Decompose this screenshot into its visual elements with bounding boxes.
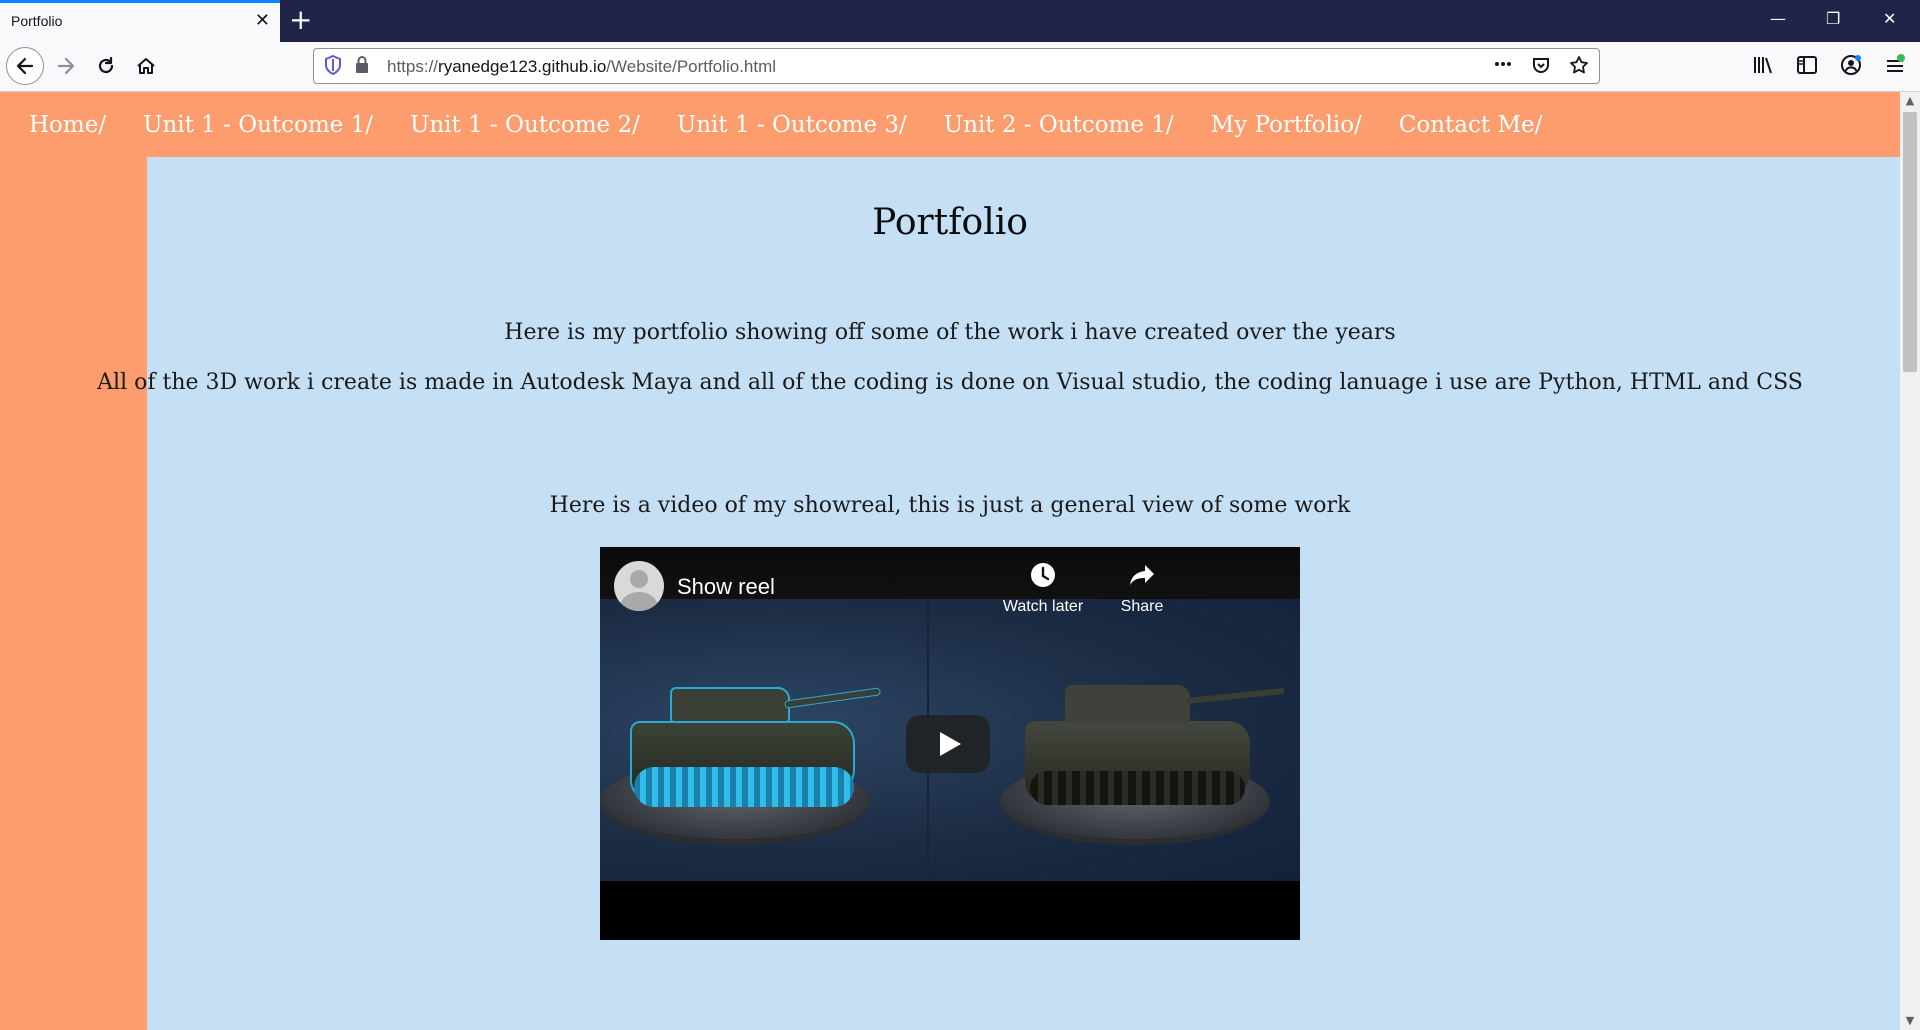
home-button[interactable] [127, 47, 165, 85]
page-viewport: Home/ Unit 1 - Outcome 1/ Unit 1 - Outco… [0, 92, 1900, 1030]
channel-avatar-icon[interactable] [614, 561, 664, 611]
account-icon[interactable] [1840, 54, 1862, 81]
site-nav: Home/ Unit 1 - Outcome 1/ Unit 1 - Outco… [0, 92, 1900, 157]
video-caption: Here is a video of my showreal, this is … [549, 493, 1351, 518]
restore-icon[interactable]: ❐ [1826, 7, 1840, 31]
tank-left-tracks [634, 767, 854, 807]
intro-paragraph-1: Here is my portfolio showing off some of… [504, 320, 1396, 345]
window-close-icon[interactable]: ✕ [1883, 7, 1896, 31]
share-arrow-icon [1092, 561, 1192, 596]
tracking-shield-icon[interactable] [324, 54, 342, 80]
scroll-down-icon[interactable]: ▼ [1900, 1012, 1920, 1030]
minimize-icon[interactable]: — [1770, 7, 1786, 31]
nav-link-my-portfolio[interactable]: My Portfolio/ [1211, 112, 1362, 138]
sidebar-icon[interactable] [1796, 54, 1818, 81]
play-button[interactable] [906, 715, 990, 773]
clock-icon [993, 561, 1093, 596]
youtube-embed[interactable]: Show reel Watch later Share [600, 547, 1300, 940]
nav-link-unit1-outcome3[interactable]: Unit 1 - Outcome 3/ [677, 112, 907, 138]
back-button[interactable] [6, 47, 44, 85]
pocket-icon[interactable] [1531, 55, 1551, 80]
url-text[interactable]: https://ryanedge123.github.io/Website/Po… [387, 57, 776, 77]
watch-later-label: Watch later [1002, 598, 1084, 615]
nav-link-unit2-outcome1[interactable]: Unit 2 - Outcome 1/ [944, 112, 1174, 138]
tank-right-tracks [1030, 771, 1245, 805]
video-title[interactable]: Show reel [677, 574, 775, 600]
url-bar[interactable]: https://ryanedge123.github.io/Website/Po… [313, 48, 1600, 84]
library-icon[interactable] [1752, 54, 1774, 81]
scroll-up-icon[interactable]: ▲ [1900, 92, 1920, 110]
page-scrollbar[interactable]: ▲ ▼ [1900, 92, 1920, 1030]
share-label: Share [1120, 598, 1164, 615]
home-icon [137, 58, 155, 74]
forward-arrow-icon [57, 57, 75, 75]
url-prefix: https:// [387, 57, 439, 76]
nav-link-unit1-outcome2[interactable]: Unit 1 - Outcome 2/ [410, 112, 640, 138]
browser-tab-bar: Portfolio ✕ + — ❐ ✕ [0, 0, 1920, 42]
video-header: Show reel Watch later Share [600, 547, 1300, 615]
nav-link-contact-me[interactable]: Contact Me/ [1399, 112, 1543, 138]
nav-link-home[interactable]: Home/ [29, 112, 106, 138]
url-host: ryanedge123.github.io [438, 57, 607, 76]
browser-toolbar: https://ryanedge123.github.io/Website/Po… [0, 42, 1920, 92]
share-button[interactable]: Share [1092, 561, 1192, 616]
nav-link-unit1-outcome1[interactable]: Unit 1 - Outcome 1/ [143, 112, 373, 138]
url-path: /Website/Portfolio.html [606, 57, 777, 76]
browser-tab-portfolio[interactable]: Portfolio ✕ [0, 0, 280, 42]
intro-paragraph-2: All of the 3D work i create is made in A… [97, 370, 1803, 395]
tank-right-barrel [1184, 687, 1286, 705]
new-tab-button[interactable]: + [289, 4, 312, 36]
play-icon [939, 732, 961, 756]
page-actions-icon[interactable] [1493, 55, 1513, 80]
tank-left-barrel [785, 688, 880, 708]
scroll-thumb[interactable] [1903, 112, 1917, 372]
bookmark-star-icon[interactable] [1569, 55, 1589, 80]
reload-button[interactable] [87, 47, 125, 85]
back-arrow-icon [16, 57, 34, 75]
lock-icon[interactable] [354, 55, 370, 79]
tank-left-turret [670, 687, 790, 723]
menu-icon[interactable] [1884, 54, 1906, 81]
tab-title: Portfolio [11, 13, 63, 29]
watch-later-button[interactable]: Watch later [993, 561, 1093, 616]
forward-button[interactable] [47, 47, 85, 85]
tank-right-turret [1065, 685, 1190, 723]
page-title: Portfolio [872, 202, 1028, 243]
tab-close-icon[interactable]: ✕ [255, 11, 270, 31]
reload-icon [98, 56, 114, 74]
